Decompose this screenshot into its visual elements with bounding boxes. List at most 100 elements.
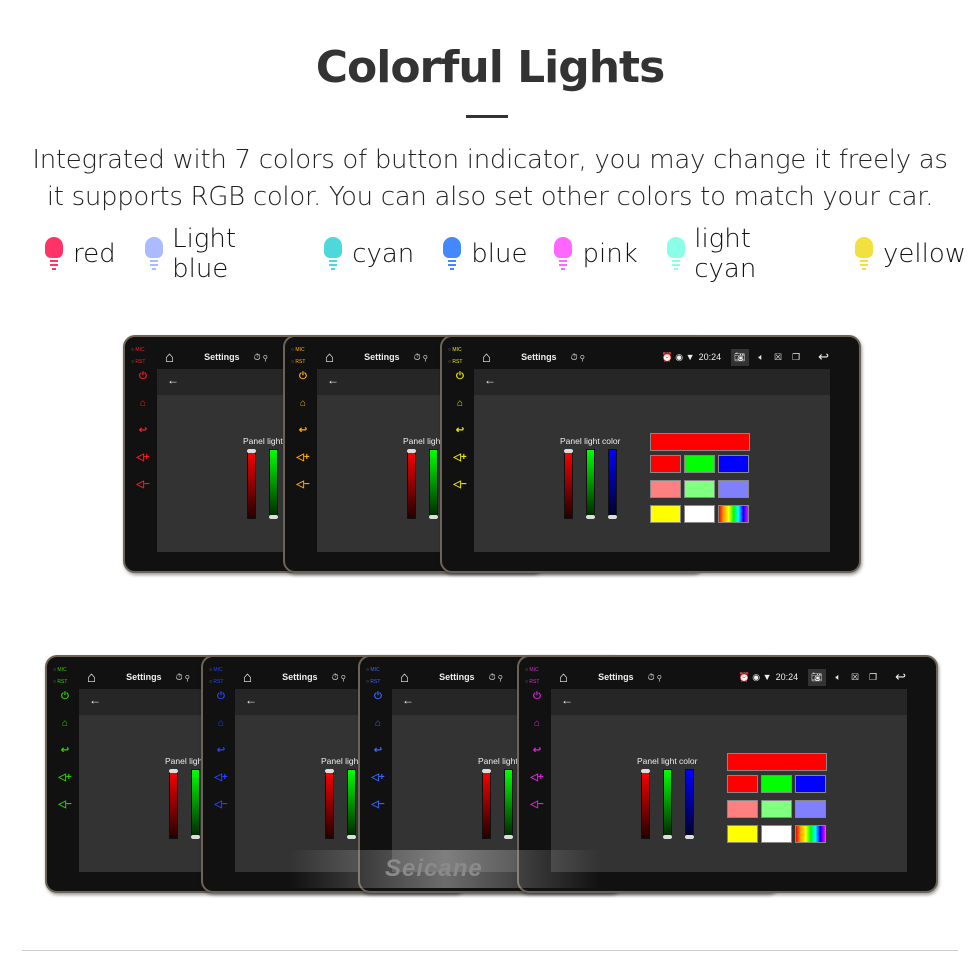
power-icon[interactable]: ⏻	[53, 691, 77, 718]
blue-slider[interactable]	[685, 769, 694, 839]
back-icon[interactable]: ↩	[525, 745, 549, 772]
recent-apps-icon[interactable]: ❐	[792, 352, 800, 363]
color-swatch[interactable]	[727, 800, 758, 818]
slider-handle[interactable]	[586, 515, 595, 519]
home-icon[interactable]: ⌂	[482, 349, 491, 366]
home-icon[interactable]: ⌂	[325, 349, 334, 366]
swatch-preview[interactable]	[727, 753, 827, 771]
red-slider[interactable]	[247, 449, 256, 519]
volume-down-icon[interactable]: ◁−	[53, 799, 77, 826]
volume-down-icon[interactable]: ◁−	[448, 479, 472, 506]
recent-apps-icon[interactable]: ❐	[869, 672, 877, 683]
color-swatch[interactable]	[650, 455, 681, 473]
volume-up-icon[interactable]: ◁+	[366, 772, 390, 799]
color-swatch[interactable]	[684, 480, 715, 498]
color-swatch[interactable]	[650, 505, 681, 523]
slider-handle[interactable]	[269, 515, 278, 519]
slider-handle[interactable]	[247, 449, 256, 453]
green-slider[interactable]	[586, 449, 595, 519]
volume-up-icon[interactable]: ◁+	[53, 772, 77, 799]
home-icon[interactable]: ⌂	[87, 669, 96, 686]
slider-handle[interactable]	[169, 769, 178, 773]
home-icon[interactable]: ⌂	[243, 669, 252, 686]
back-arrow-icon[interactable]: ←	[89, 693, 101, 707]
green-slider[interactable]	[429, 449, 438, 519]
slider-handle[interactable]	[504, 835, 513, 839]
volume-down-icon[interactable]: ◁−	[366, 799, 390, 826]
red-slider[interactable]	[482, 769, 491, 839]
volume-up-icon[interactable]: ◁+	[209, 772, 233, 799]
back-icon[interactable]: ↩	[53, 745, 77, 772]
back-arrow-icon[interactable]: ←	[327, 373, 339, 387]
close-app-icon[interactable]: ☒	[851, 672, 859, 683]
home-icon[interactable]: ⌂	[559, 669, 568, 686]
power-icon[interactable]: ⏻	[448, 371, 472, 398]
back-icon[interactable]: ↩	[209, 745, 233, 772]
back-arrow-icon[interactable]: ←	[245, 693, 257, 707]
color-swatch[interactable]	[727, 775, 758, 793]
color-swatch[interactable]	[795, 825, 826, 843]
slider-handle[interactable]	[482, 769, 491, 773]
red-slider[interactable]	[169, 769, 178, 839]
slider-handle[interactable]	[641, 769, 650, 773]
volume-up-icon[interactable]: ◁+	[525, 772, 549, 799]
slider-handle[interactable]	[608, 515, 617, 519]
back-arrow-icon[interactable]: ←	[484, 373, 496, 387]
volume-icon[interactable]: 🔈︎	[759, 352, 764, 363]
power-icon[interactable]: ⏻	[209, 691, 233, 718]
back-icon[interactable]: ↩	[448, 425, 472, 452]
back-icon[interactable]: ↩	[366, 745, 390, 772]
color-swatch[interactable]	[761, 775, 792, 793]
back-arrow-icon[interactable]: ←	[561, 693, 573, 707]
slider-handle[interactable]	[685, 835, 694, 839]
slider-handle[interactable]	[325, 769, 334, 773]
power-icon[interactable]: ⏻	[291, 371, 315, 398]
return-icon[interactable]: ↩	[818, 349, 829, 365]
return-icon[interactable]: ↩	[895, 669, 906, 685]
color-swatch[interactable]	[650, 480, 681, 498]
red-slider[interactable]	[564, 449, 573, 519]
red-slider[interactable]	[407, 449, 416, 519]
volume-down-icon[interactable]: ◁−	[209, 799, 233, 826]
power-icon[interactable]: ⏻	[525, 691, 549, 718]
slider-handle[interactable]	[191, 835, 200, 839]
close-app-icon[interactable]: ☒	[774, 352, 782, 363]
blue-slider[interactable]	[608, 449, 617, 519]
power-icon[interactable]: ⏻	[131, 371, 155, 398]
green-slider[interactable]	[504, 769, 513, 839]
green-slider[interactable]	[663, 769, 672, 839]
color-swatch[interactable]	[718, 455, 749, 473]
color-swatch[interactable]	[684, 455, 715, 473]
back-icon[interactable]: ↩	[131, 425, 155, 452]
back-icon[interactable]: ↩	[291, 425, 315, 452]
volume-up-icon[interactable]: ◁+	[448, 452, 472, 479]
home-icon[interactable]: ⌂	[131, 398, 155, 425]
volume-icon[interactable]: 🔈︎	[836, 672, 841, 683]
volume-up-icon[interactable]: ◁+	[291, 452, 315, 479]
slider-handle[interactable]	[347, 835, 356, 839]
home-icon[interactable]: ⌂	[165, 349, 174, 366]
volume-down-icon[interactable]: ◁−	[525, 799, 549, 826]
slider-handle[interactable]	[407, 449, 416, 453]
color-swatch[interactable]	[761, 825, 792, 843]
volume-up-icon[interactable]: ◁+	[131, 452, 155, 479]
camera-icon[interactable]: 📷︎	[808, 668, 826, 686]
home-icon[interactable]: ⌂	[400, 669, 409, 686]
color-swatch[interactable]	[795, 775, 826, 793]
power-icon[interactable]: ⏻	[366, 691, 390, 718]
slider-handle[interactable]	[663, 835, 672, 839]
color-swatch[interactable]	[718, 480, 749, 498]
back-arrow-icon[interactable]: ←	[167, 373, 179, 387]
green-slider[interactable]	[347, 769, 356, 839]
home-icon[interactable]: ⌂	[448, 398, 472, 425]
camera-icon[interactable]: 📷︎	[731, 348, 749, 366]
green-slider[interactable]	[269, 449, 278, 519]
green-slider[interactable]	[191, 769, 200, 839]
red-slider[interactable]	[325, 769, 334, 839]
home-icon[interactable]: ⌂	[53, 718, 77, 745]
volume-down-icon[interactable]: ◁−	[291, 479, 315, 506]
slider-handle[interactable]	[564, 449, 573, 453]
back-arrow-icon[interactable]: ←	[402, 693, 414, 707]
home-icon[interactable]: ⌂	[291, 398, 315, 425]
home-icon[interactable]: ⌂	[366, 718, 390, 745]
